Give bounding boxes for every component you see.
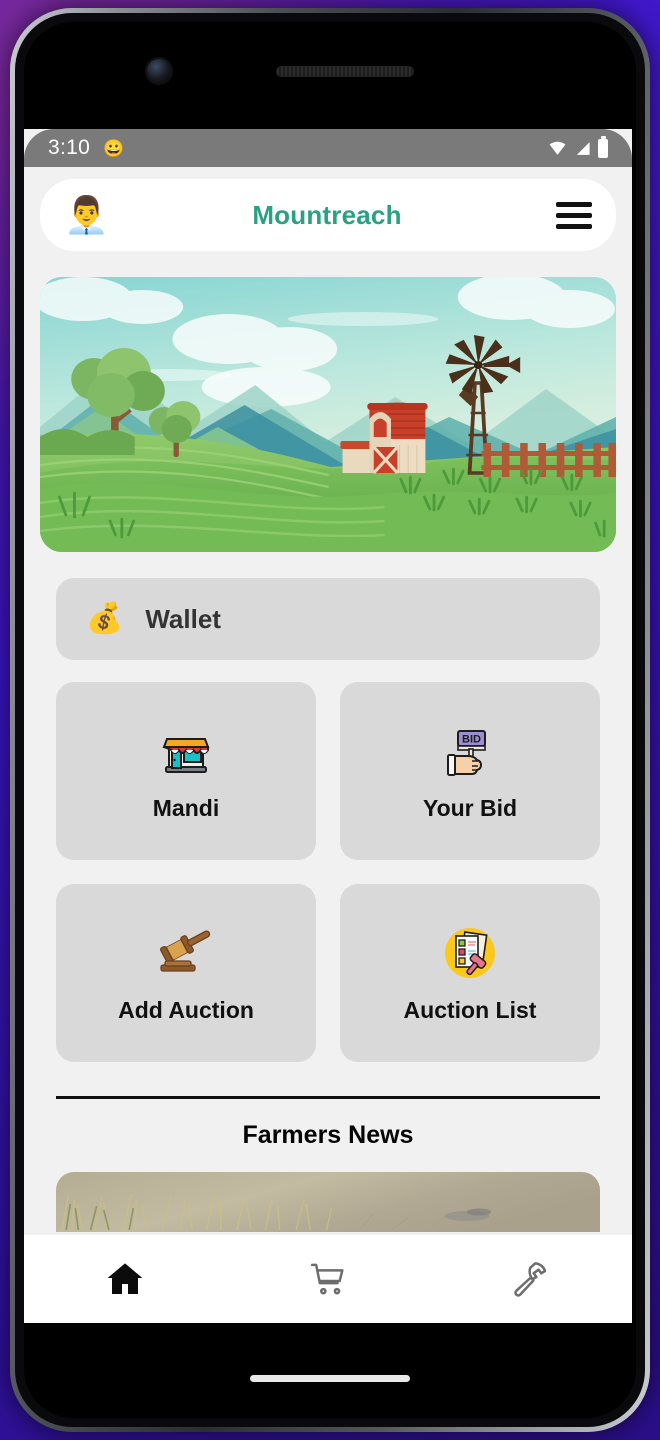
gavel-icon <box>155 923 217 983</box>
tile-add-auction[interactable]: Add Auction <box>56 884 316 1062</box>
cart-icon <box>310 1263 344 1295</box>
storefront-icon <box>158 721 214 781</box>
hammer-icon <box>513 1262 546 1297</box>
battery-icon <box>598 135 608 158</box>
phone-device-frame: 3:10 😀 👨‍💼 Mountre <box>10 8 650 1432</box>
hamburger-bar <box>556 223 592 229</box>
news-card-image[interactable] <box>56 1172 600 1232</box>
bid-paddle-icon: BID <box>442 721 498 781</box>
earpiece-speaker <box>276 66 414 77</box>
bottom-navigation-bar <box>24 1235 632 1323</box>
tile-label: Add Auction <box>118 996 254 1023</box>
tile-label: Your Bid <box>422 794 518 821</box>
nav-item-home[interactable] <box>24 1259 227 1299</box>
home-icon <box>107 1263 143 1294</box>
nav-item-hammer[interactable] <box>429 1259 632 1299</box>
home-gesture-indicator[interactable] <box>250 1375 410 1382</box>
news-section-title: Farmers News <box>242 1121 414 1149</box>
hamburger-bar <box>556 212 592 218</box>
news-divider <box>56 1096 600 1099</box>
smiley-face-icon: 😀 <box>103 138 125 158</box>
front-camera-icon <box>147 59 171 83</box>
hamburger-bar <box>556 201 592 207</box>
phone-bezel: 3:10 😀 👨‍💼 Mountre <box>24 22 636 1418</box>
auction-list-icon <box>442 923 498 983</box>
phone-inner-frame: 3:10 😀 👨‍💼 Mountre <box>15 13 645 1427</box>
tile-mandi[interactable]: Mandi <box>56 682 316 860</box>
tile-label: Mandi <box>152 794 220 821</box>
status-bar-right <box>548 135 608 158</box>
app-content: 👨‍💼 Mountreach <box>24 167 632 1323</box>
wifi-icon <box>548 139 567 158</box>
status-clock: 3:10 <box>48 136 91 159</box>
hamburger-menu-icon[interactable] <box>556 201 592 229</box>
tile-your-bid[interactable]: BID Your Bid <box>340 682 600 860</box>
svg-text:BID: BID <box>462 733 481 745</box>
tile-auction-list[interactable]: Auction List <box>340 884 600 1062</box>
menu-tile-grid: Mandi BID Your Bid Add Auction Auction L… <box>56 682 600 1062</box>
cellular-signal-icon <box>574 140 591 157</box>
tile-label: Auction List <box>403 996 537 1023</box>
wallet-icon: 💰 <box>86 602 124 635</box>
farm-landscape-banner[interactable] <box>40 277 616 552</box>
phone-screen: 3:10 😀 👨‍💼 Mountre <box>24 129 632 1323</box>
wallet-label: Wallet <box>145 603 221 634</box>
status-bar: 3:10 😀 <box>24 129 632 167</box>
app-title: Mountreach <box>252 199 402 230</box>
app-bar: 👨‍💼 Mountreach <box>40 179 616 251</box>
wallet-row[interactable]: 💰 Wallet <box>56 578 600 660</box>
status-bar-left: 3:10 😀 <box>48 136 124 160</box>
nav-item-cart[interactable] <box>227 1259 430 1299</box>
